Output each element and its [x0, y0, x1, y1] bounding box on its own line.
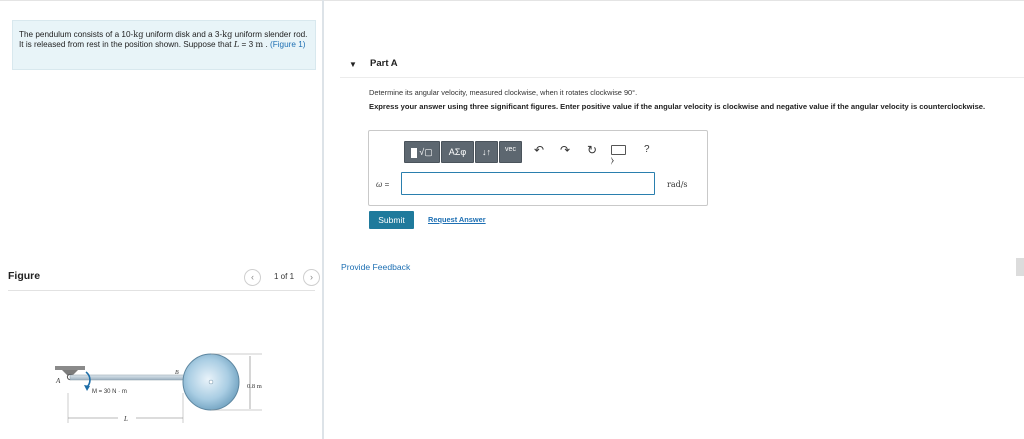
- part-a-title[interactable]: Part A: [370, 58, 398, 69]
- greek-button[interactable]: ΑΣφ: [441, 141, 474, 163]
- submit-button[interactable]: Submit: [369, 211, 414, 229]
- reset-icon[interactable]: ↻: [587, 143, 597, 157]
- answer-instruction: Express your answer using three signific…: [369, 102, 986, 111]
- pendulum-figure: A B M = 30 N · m 0.8 m L: [55, 353, 262, 423]
- answer-box: √▢ ΑΣφ ↓↑ vec ↶ ↷ ↻ ⧽ ? ω = rad/s: [368, 130, 708, 206]
- figure-header: Figure ‹ 1 of 1 ›: [8, 268, 320, 291]
- template-button[interactable]: √▢: [404, 141, 440, 163]
- vec-label: vec: [505, 146, 516, 153]
- panel-divider[interactable]: [322, 0, 324, 439]
- omega-label: ω =: [376, 180, 390, 189]
- label-point-a: A: [55, 377, 61, 385]
- question-text: Determine its angular velocity, measured…: [369, 88, 638, 97]
- unit-label: rad/s: [667, 180, 688, 189]
- problem-text-4: .: [263, 39, 271, 49]
- chevron-left-icon: ‹: [251, 272, 254, 282]
- template-icon: [411, 147, 418, 158]
- arrows-button[interactable]: ↓↑: [475, 141, 498, 163]
- vec-button[interactable]: vec: [499, 141, 522, 163]
- caret-down-icon[interactable]: ▼: [349, 60, 357, 69]
- help-button[interactable]: ?: [644, 144, 650, 155]
- greek-label: ΑΣφ: [448, 147, 467, 157]
- label-length: L: [123, 415, 128, 423]
- angular-velocity-input[interactable]: [401, 172, 655, 195]
- figure-link[interactable]: (Figure 1): [270, 40, 306, 49]
- problem-text-2: uniform disk and a 3-: [143, 30, 223, 39]
- unit-kg: kg: [222, 29, 233, 39]
- slender-rod: [69, 374, 187, 381]
- problem-text-1: The pendulum consists of a 10-: [19, 30, 134, 39]
- page-count: 1 of 1: [274, 272, 295, 281]
- problem-statement: The pendulum consists of a 10-kg uniform…: [19, 29, 309, 49]
- undo-icon[interactable]: ↶: [534, 143, 544, 157]
- chevron-right-icon: ›: [310, 272, 313, 282]
- equation: = 3: [239, 39, 256, 49]
- label-point-b: B: [175, 370, 179, 376]
- part-divider: [340, 77, 1024, 78]
- left-panel: The pendulum consists of a 10-kg uniform…: [0, 0, 322, 439]
- unit-kg: kg: [133, 29, 144, 39]
- redo-icon[interactable]: ↷: [560, 143, 570, 157]
- next-figure-button[interactable]: ›: [303, 269, 320, 286]
- provide-feedback-link[interactable]: Provide Feedback: [341, 262, 410, 272]
- sqrt-label: √▢: [419, 147, 433, 157]
- problem-statement-box: The pendulum consists of a 10-kg uniform…: [12, 20, 316, 70]
- keyboard-icon[interactable]: ⧽: [611, 144, 626, 166]
- label-diameter: 0.8 m: [247, 383, 262, 390]
- scrollbar-thumb[interactable]: [1016, 258, 1024, 276]
- prev-figure-button[interactable]: ‹: [244, 269, 261, 286]
- arrows-label: ↓↑: [482, 147, 491, 157]
- request-answer-link[interactable]: Request Answer: [428, 215, 486, 224]
- figure-title: Figure: [8, 270, 41, 282]
- label-moment: M = 30 N · m: [92, 389, 127, 395]
